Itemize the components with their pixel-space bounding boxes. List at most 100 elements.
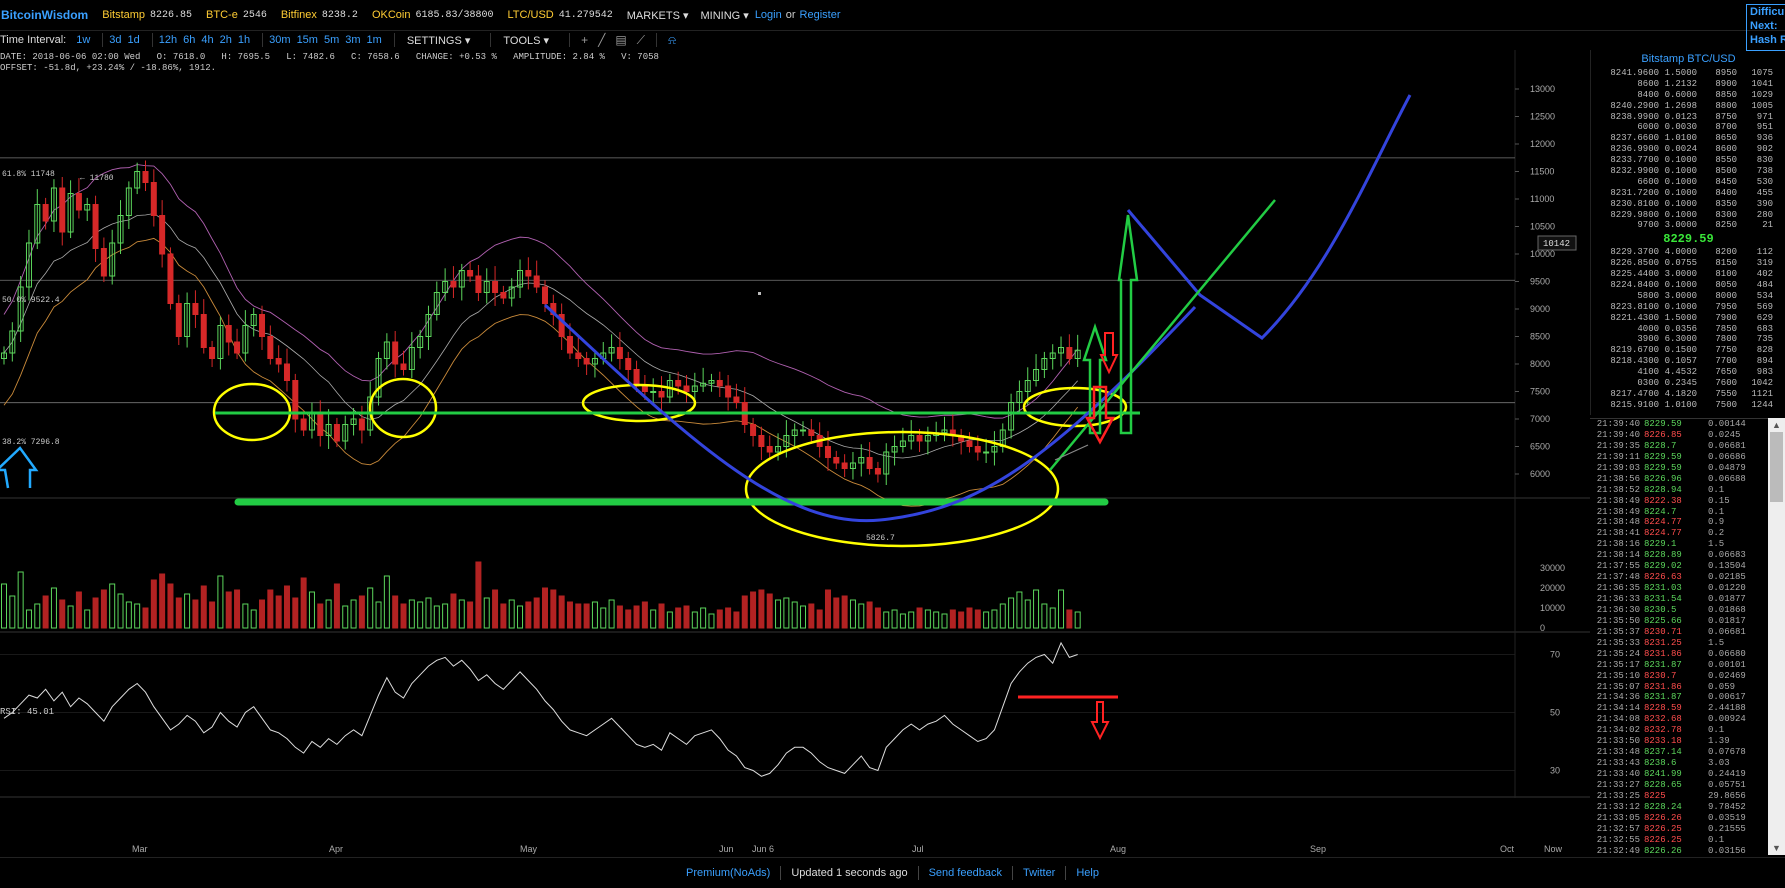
- order-book-bids: 8229.3700 4.0000 8200 112 8226.8500 0.0755 815…: [1591, 247, 1785, 410]
- feedback-link[interactable]: Send feedback: [929, 867, 1002, 879]
- order-book-row[interactable]: 6600 0.1000 8450 530: [1591, 177, 1785, 188]
- scroll-down-icon[interactable]: ▼: [1768, 841, 1785, 855]
- volume-bar: [700, 607, 707, 629]
- order-book-row[interactable]: 0300 0.2345 7600 1042: [1591, 378, 1785, 389]
- interval-5m[interactable]: 5m: [324, 34, 339, 46]
- or-text: or: [785, 9, 796, 21]
- rsi-polyline: [3, 641, 1078, 777]
- volume-bar: [242, 603, 249, 629]
- order-price: 8238.9900: [1610, 111, 1659, 122]
- order-book-row[interactable]: 8219.6700 0.1500 7750 828: [1591, 345, 1785, 356]
- interval-3d[interactable]: 3d: [109, 34, 121, 46]
- interval-6h[interactable]: 6h: [183, 34, 195, 46]
- order-book-row[interactable]: 8221.4300 1.5000 7900 629: [1591, 313, 1785, 324]
- crosshair-tool-icon[interactable]: +: [581, 33, 588, 47]
- ticker-ltcusd-name[interactable]: LTC/USD: [507, 9, 553, 21]
- order-book-row[interactable]: 8215.9100 1.0100 7500 1244: [1591, 400, 1785, 411]
- line-tool-icon[interactable]: ╱: [598, 33, 605, 47]
- order-book-row[interactable]: 3900 6.3000 7800 735: [1591, 334, 1785, 345]
- brand-logo[interactable]: BitcoinWisdom: [1, 8, 88, 22]
- fib-tool-icon[interactable]: ⟋: [637, 33, 645, 48]
- order-book-row[interactable]: 8230.8100 0.1000 8350 390: [1591, 199, 1785, 210]
- ticker-btce-name[interactable]: BTC-e: [206, 9, 238, 21]
- interval-1h[interactable]: 1h: [238, 34, 250, 46]
- ticker-bitstamp-name[interactable]: Bitstamp: [102, 9, 145, 21]
- recent-trades[interactable]: 21:39:40 8229.59 0.00144 21:39:40 8226.85 0.0…: [1590, 418, 1768, 856]
- volume-bar: [966, 607, 973, 629]
- price-chart[interactable]: 13000 12500 12000 11500 11000 10500 10000 9500 9…: [0, 50, 1590, 856]
- mining-menu[interactable]: MINING ▾: [701, 9, 749, 22]
- order-book-row[interactable]: 5800 3.0000 8000 534: [1591, 291, 1785, 302]
- interval-2h[interactable]: 2h: [220, 34, 232, 46]
- order-price: 6000: [1637, 122, 1659, 133]
- order-amount: 4.4532: [1664, 367, 1697, 378]
- candle-body: [275, 358, 282, 365]
- order-book-row[interactable]: 8400 0.6000 8850 1029: [1591, 90, 1785, 101]
- order-book-row[interactable]: 6000 0.0030 8700 951: [1591, 122, 1785, 133]
- settings-dropdown[interactable]: SETTINGS ▾: [407, 34, 471, 47]
- volume-bar: [209, 601, 216, 629]
- trade-price: 8228.89: [1644, 550, 1682, 561]
- trade-row: 21:39:40 8229.59 0.00144: [1590, 419, 1768, 430]
- interval-1m[interactable]: 1m: [367, 34, 382, 46]
- order-book-mid-price: 8229.59: [1663, 232, 1714, 247]
- order-book-row[interactable]: 8236.9900 0.0024 8600 902: [1591, 144, 1785, 155]
- login-link[interactable]: Login: [755, 9, 782, 21]
- trade-row: 21:38:14 8228.89 0.06683: [1590, 550, 1768, 561]
- order-book-row[interactable]: 8232.9900 0.1000 8500 738: [1591, 166, 1785, 177]
- price-tick-label: 11000: [1530, 194, 1554, 204]
- order-book-row[interactable]: 8223.8100 0.1000 7950 569: [1591, 302, 1785, 313]
- order-book-row[interactable]: 8231.7200 0.1000 8400 455: [1591, 188, 1785, 199]
- scroll-up-icon[interactable]: ▲: [1768, 418, 1785, 432]
- candle-info: DATE: 2018-06-06 02:00 Wed O: 7618.0 H: …: [0, 52, 659, 74]
- markets-menu[interactable]: MARKETS ▾: [627, 9, 689, 22]
- order-book-row[interactable]: 8217.4700 4.1820 7550 1121: [1591, 389, 1785, 400]
- order-book-row[interactable]: 8240.2900 1.2698 8800 1005: [1591, 101, 1785, 112]
- order-book-row[interactable]: 8229.9800 0.1000 8300 280: [1591, 210, 1785, 221]
- order-book-row[interactable]: 8600 1.2132 8900 1041: [1591, 79, 1785, 90]
- order-book-row[interactable]: 8237.6600 1.0100 8650 936: [1591, 133, 1785, 144]
- interval-30m[interactable]: 30m: [269, 34, 290, 46]
- volume-bar: [408, 599, 415, 629]
- order-book-title[interactable]: Bitstamp BTC/USD: [1591, 50, 1785, 68]
- toolbar-divider: [102, 33, 104, 47]
- candle-body: [142, 171, 149, 183]
- order-book-row[interactable]: 4000 0.0356 7850 683: [1591, 324, 1785, 335]
- order-book-row[interactable]: 8241.9600 1.5000 8950 1075: [1591, 68, 1785, 79]
- tools-dropdown[interactable]: TOOLS ▾: [503, 34, 549, 47]
- order-book-row[interactable]: 8225.4400 3.0000 8100 402: [1591, 269, 1785, 280]
- volume-bar: [392, 595, 399, 629]
- ticker-bitfinex-name[interactable]: Bitfinex: [281, 9, 317, 21]
- order-book-row[interactable]: 8218.4300 0.1057 7700 894: [1591, 356, 1785, 367]
- candle-body: [475, 275, 482, 293]
- order-book-row[interactable]: 9700 3.0000 8250 21: [1591, 220, 1785, 231]
- order-book-row[interactable]: 4100 4.4532 7650 983: [1591, 367, 1785, 378]
- candle-body: [683, 385, 690, 392]
- interval-4h[interactable]: 4h: [201, 34, 213, 46]
- volume-bar: [791, 601, 798, 629]
- twitter-link[interactable]: Twitter: [1023, 867, 1055, 879]
- difficulty-panel[interactable]: Difficul Next: Hash R: [1746, 4, 1785, 51]
- help-link[interactable]: Help: [1076, 867, 1099, 879]
- trade-row: 21:34:08 8232.68 0.00924: [1590, 714, 1768, 725]
- candle-body: [616, 347, 623, 359]
- order-book-row[interactable]: 8229.3700 4.0000 8200 112: [1591, 247, 1785, 258]
- trades-scrollbar[interactable]: ▲ ▼: [1768, 418, 1785, 855]
- order-book-row[interactable]: 8226.8500 0.0755 8150 319: [1591, 258, 1785, 269]
- order-book-row[interactable]: 8238.9900 0.0123 8750 971: [1591, 112, 1785, 123]
- interval-1w[interactable]: 1w: [76, 34, 90, 46]
- hline-tool-icon[interactable]: ▤: [615, 33, 626, 47]
- alert-bell-icon[interactable]: ⍾: [668, 33, 676, 48]
- register-link[interactable]: Register: [800, 9, 841, 21]
- premium-link[interactable]: Premium(NoAds): [686, 867, 770, 879]
- order-amount: 0.1000: [1664, 166, 1697, 177]
- order-book-row[interactable]: 8233.7700 0.1000 8550 830: [1591, 155, 1785, 166]
- interval-15m[interactable]: 15m: [297, 34, 318, 46]
- interval-12h[interactable]: 12h: [159, 34, 177, 46]
- depth-price: 8150: [1715, 258, 1737, 269]
- ticker-okcoin-name[interactable]: OKCoin: [372, 9, 411, 21]
- scroll-thumb[interactable]: [1770, 432, 1783, 502]
- order-book-row[interactable]: 8224.8400 0.1000 8050 484: [1591, 280, 1785, 291]
- interval-1d[interactable]: 1d: [128, 34, 140, 46]
- interval-3m[interactable]: 3m: [345, 34, 360, 46]
